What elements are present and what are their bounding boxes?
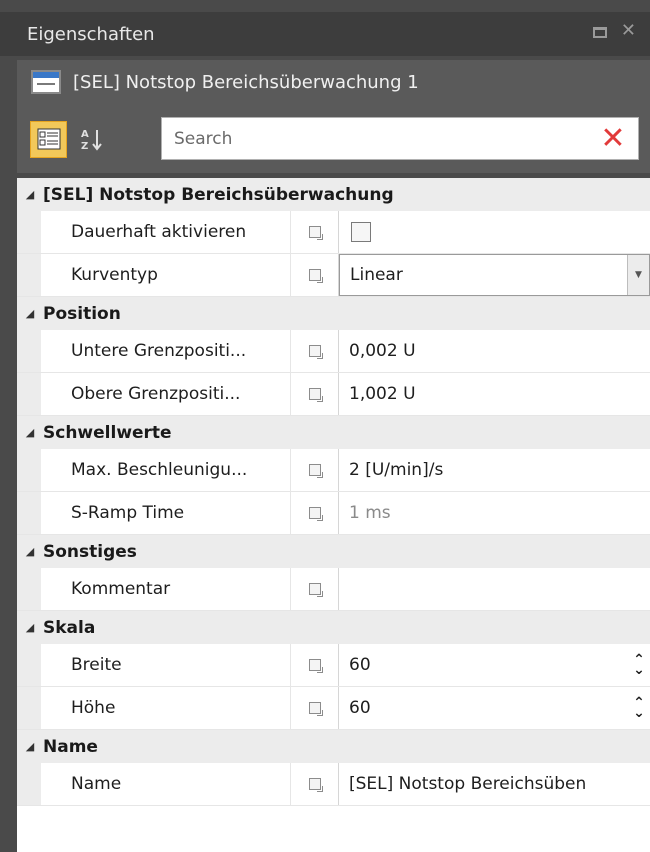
expand-icon[interactable]: ◢ [17,426,43,439]
pin-icon[interactable] [291,373,339,415]
expand-icon[interactable]: ◢ [17,307,43,320]
category-header[interactable]: ◢ Sonstiges [17,535,650,568]
property-row: Kommentar [17,568,650,611]
property-row: Kurventyp Linear ▼ [17,254,650,297]
pin-icon[interactable] [291,211,339,253]
svg-text:A: A [81,129,89,140]
category-label: Schwellwerte [43,422,172,443]
property-value[interactable] [339,568,650,610]
property-row: Name [SEL] Notstop Bereichsüben [17,763,650,806]
property-grid: ◢ [SEL] Notstop Bereichsüberwachung Daue… [17,178,650,852]
property-value[interactable]: 60 ⌃ ⌄ [339,644,650,686]
dauerhaft-aktivieren-checkbox[interactable] [351,222,371,242]
properties-panel: Eigenschaften ✕ [SEL] Notstop Bereichsüb… [0,0,650,852]
property-name: Obere Grenzpositi... [41,373,291,415]
category-header[interactable]: ◢ Position [17,297,650,330]
category-header[interactable]: ◢ [SEL] Notstop Bereichsüberwachung [17,178,650,211]
category-label: [SEL] Notstop Bereichsüberwachung [43,184,394,205]
category-header[interactable]: ◢ Skala [17,611,650,644]
spin-down-icon[interactable]: ⌄ [633,663,645,677]
property-value [339,211,650,253]
svg-text:Z: Z [81,141,88,152]
spin-control[interactable]: ⌃ ⌄ [632,651,646,679]
category-label: Position [43,303,121,324]
object-icon [31,69,61,96]
property-name: Max. Beschleunigu... [41,449,291,491]
property-value[interactable]: 2 [U/min]/s [339,449,650,491]
category-header[interactable]: ◢ Name [17,730,650,763]
pin-icon[interactable] [291,449,339,491]
pin-icon[interactable] [291,763,339,805]
pin-icon[interactable] [291,687,339,729]
expand-icon[interactable]: ◢ [17,188,43,201]
selected-object-bar: [SEL] Notstop Bereichsüberwachung 1 [17,60,650,105]
category-header[interactable]: ◢ Schwellwerte [17,416,650,449]
property-name: Kurventyp [41,254,291,296]
spin-down-icon[interactable]: ⌄ [633,706,645,720]
close-icon[interactable]: ✕ [621,20,636,41]
kurventyp-dropdown[interactable]: Linear ▼ [339,254,650,296]
property-name: Kommentar [41,568,291,610]
property-name: Breite [41,644,291,686]
search-box: ✕ [161,117,639,160]
sort-alphabetical-button[interactable]: A Z [73,121,110,158]
maximize-icon[interactable] [592,27,607,38]
sort-az-icon: A Z [81,129,102,152]
property-row: Dauerhaft aktivieren [17,211,650,254]
category-label: Name [43,736,98,757]
window-title-bar: Eigenschaften ✕ [0,12,650,56]
category-label: Sonstiges [43,541,137,562]
property-row: Untere Grenzpositi... 0,002 U [17,330,650,373]
category-label: Skala [43,617,96,638]
expand-icon[interactable]: ◢ [17,545,43,558]
pin-icon[interactable] [291,254,339,296]
dropdown-value: Linear [350,265,403,285]
breite-value[interactable]: 60 [349,655,371,675]
property-name: S-Ramp Time [41,492,291,534]
property-value[interactable]: [SEL] Notstop Bereichsüben [339,763,650,805]
categorized-icon [37,128,60,150]
property-value[interactable]: 1,002 U [339,373,650,415]
property-value[interactable]: 60 ⌃ ⌄ [339,687,650,729]
property-row: Max. Beschleunigu... 2 [U/min]/s [17,449,650,492]
property-value: 1 ms [349,503,391,523]
pin-icon[interactable] [291,330,339,372]
spin-control[interactable]: ⌃ ⌄ [632,694,646,722]
expand-icon[interactable]: ◢ [17,740,43,753]
property-row: S-Ramp Time 1 ms [17,492,650,535]
pin-icon[interactable] [291,644,339,686]
property-name: Untere Grenzpositi... [41,330,291,372]
property-row: Obere Grenzpositi... 1,002 U [17,373,650,416]
selected-object-name: [SEL] Notstop Bereichsüberwachung 1 [73,72,419,93]
property-value: Linear ▼ [339,254,650,296]
property-name: Höhe [41,687,291,729]
hoehe-value[interactable]: 60 [349,698,371,718]
expand-icon[interactable]: ◢ [17,621,43,634]
clear-search-icon[interactable]: ✕ [588,123,638,154]
property-row: Höhe 60 ⌃ ⌄ [17,687,650,730]
property-row: Breite 60 ⌃ ⌄ [17,644,650,687]
search-input[interactable] [162,118,588,159]
property-name: Dauerhaft aktivieren [41,211,291,253]
pin-icon[interactable] [291,492,339,534]
categorized-view-button[interactable] [30,120,67,158]
pin-icon[interactable] [291,568,339,610]
toolbar: A Z ✕ [17,105,650,173]
dropdown-arrow-icon[interactable]: ▼ [627,255,649,295]
property-value[interactable]: 0,002 U [339,330,650,372]
window-title: Eigenschaften [27,23,155,45]
property-name: Name [41,763,291,805]
